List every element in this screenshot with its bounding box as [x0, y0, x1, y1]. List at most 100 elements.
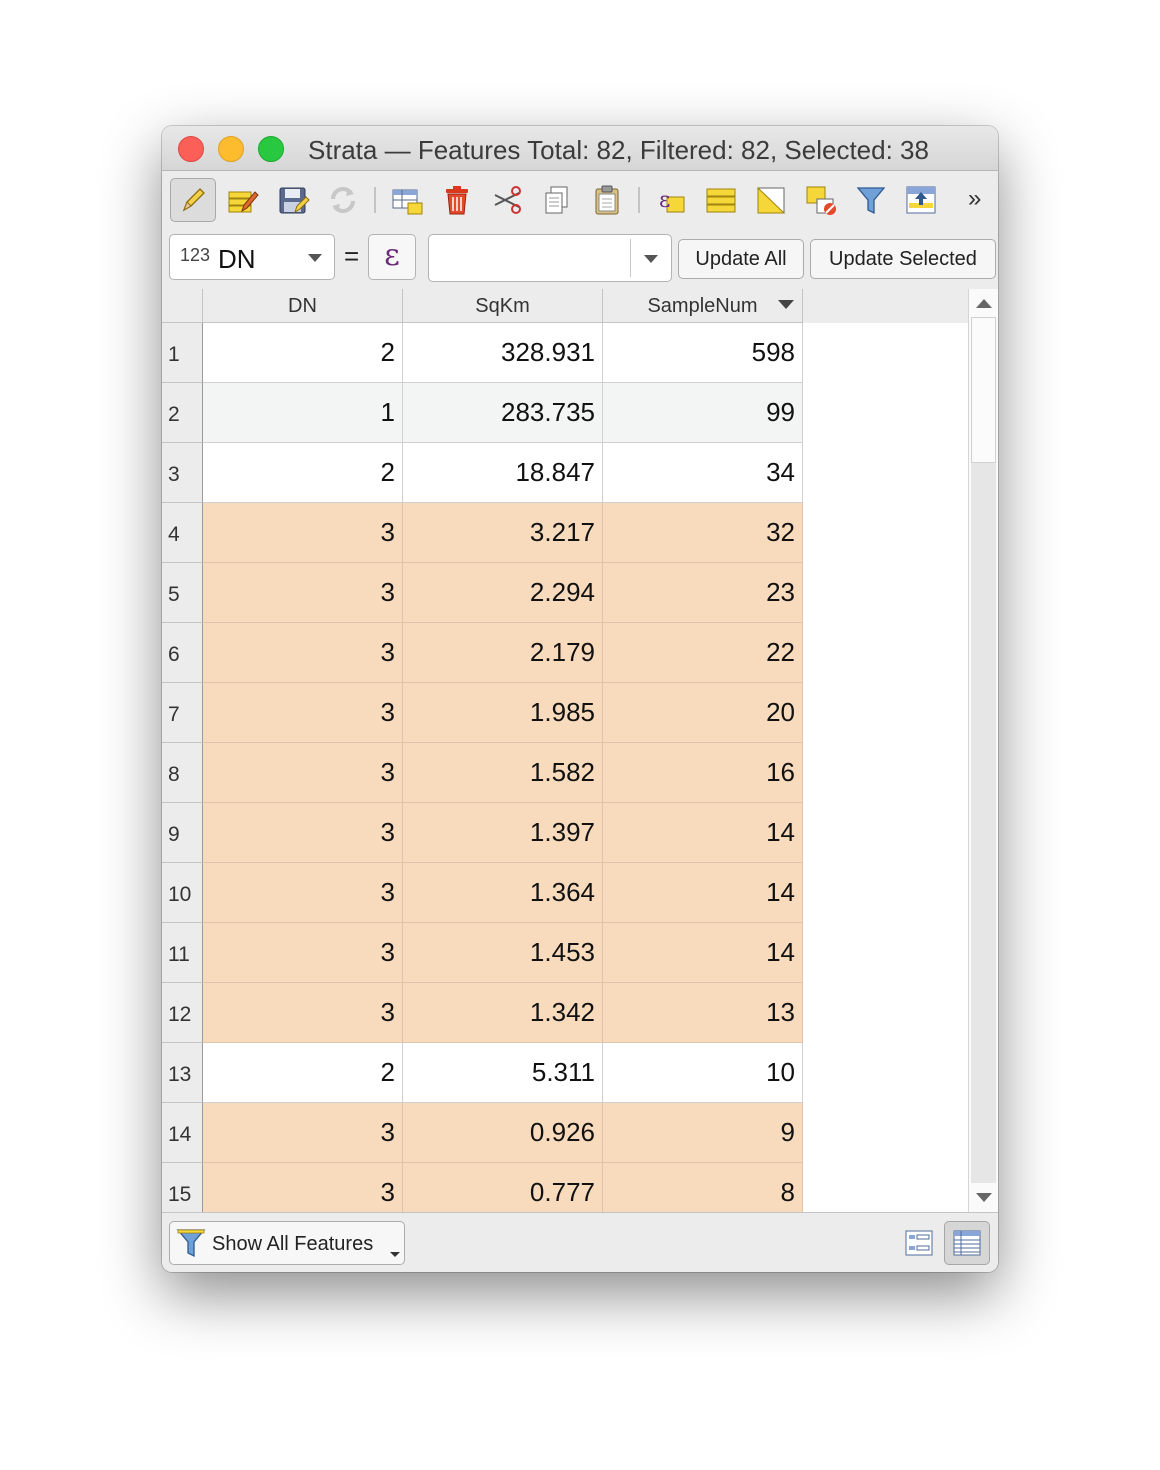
table-row[interactable]: 2 1 283.735 99 [162, 383, 803, 443]
add-feature-button[interactable] [384, 178, 430, 222]
table-row[interactable]: 1 2 328.931 598 [162, 323, 803, 383]
row-number-header[interactable]: 5 [162, 563, 203, 623]
cell-samplenum[interactable]: 16 [603, 743, 803, 803]
table-row[interactable]: 13 2 5.311 10 [162, 1043, 803, 1103]
paste-button[interactable] [584, 178, 630, 222]
table-row[interactable]: 7 3 1.985 20 [162, 683, 803, 743]
cell-samplenum[interactable]: 14 [603, 863, 803, 923]
cell-samplenum[interactable]: 10 [603, 1043, 803, 1103]
table-corner-button[interactable] [162, 289, 203, 323]
cell-samplenum[interactable]: 13 [603, 983, 803, 1043]
cell-dn[interactable]: 3 [203, 1163, 403, 1212]
cell-sqkm[interactable]: 2.294 [403, 563, 603, 623]
table-row[interactable]: 10 3 1.364 14 [162, 863, 803, 923]
vertical-scrollbar[interactable] [968, 289, 998, 1212]
cell-dn[interactable]: 3 [203, 563, 403, 623]
table-row[interactable]: 6 3 2.179 22 [162, 623, 803, 683]
row-number-header[interactable]: 13 [162, 1043, 203, 1103]
column-header-sqkm[interactable]: SqKm [403, 289, 603, 323]
chevron-down-icon[interactable] [644, 255, 658, 263]
deselect-all-button[interactable] [798, 178, 844, 222]
save-edits-button[interactable] [270, 178, 316, 222]
cell-sqkm[interactable]: 2.179 [403, 623, 603, 683]
cell-samplenum[interactable]: 34 [603, 443, 803, 503]
toolbar-overflow-button[interactable]: » [968, 185, 981, 213]
column-header-samplenum[interactable]: SampleNum [603, 289, 803, 323]
maximize-window-button[interactable] [258, 136, 284, 162]
cell-dn[interactable]: 3 [203, 983, 403, 1043]
cell-dn[interactable]: 2 [203, 323, 403, 383]
row-number-header[interactable]: 15 [162, 1163, 203, 1212]
reload-table-button[interactable] [320, 178, 366, 222]
row-number-header[interactable]: 1 [162, 323, 203, 383]
update-selected-button[interactable]: Update Selected [810, 239, 996, 279]
expression-builder-button[interactable]: ε [368, 234, 416, 280]
table-row[interactable]: 3 2 18.847 34 [162, 443, 803, 503]
table-row[interactable]: 14 3 0.926 9 [162, 1103, 803, 1163]
cell-samplenum[interactable]: 99 [603, 383, 803, 443]
cell-sqkm[interactable]: 18.847 [403, 443, 603, 503]
cell-sqkm[interactable]: 3.217 [403, 503, 603, 563]
field-select[interactable]: 123 DN [169, 234, 335, 280]
update-all-button[interactable]: Update All [678, 239, 804, 279]
cell-sqkm[interactable]: 0.777 [403, 1163, 603, 1212]
cell-samplenum[interactable]: 14 [603, 803, 803, 863]
scroll-up-arrow-icon[interactable] [976, 299, 992, 308]
row-number-header[interactable]: 7 [162, 683, 203, 743]
cell-samplenum[interactable]: 14 [603, 923, 803, 983]
table-row[interactable]: 12 3 1.342 13 [162, 983, 803, 1043]
feature-filter-button[interactable]: Show All Features [169, 1221, 405, 1265]
cell-samplenum[interactable]: 9 [603, 1103, 803, 1163]
filter-selection-button[interactable] [848, 178, 894, 222]
cell-sqkm[interactable]: 1.342 [403, 983, 603, 1043]
cell-dn[interactable]: 3 [203, 863, 403, 923]
select-all-button[interactable] [698, 178, 744, 222]
cell-dn[interactable]: 3 [203, 803, 403, 863]
title-bar[interactable]: Strata — Features Total: 82, Filtered: 8… [162, 126, 998, 171]
cell-dn[interactable]: 2 [203, 1043, 403, 1103]
delete-selected-button[interactable] [434, 178, 480, 222]
expression-input[interactable] [428, 234, 672, 282]
row-number-header[interactable]: 9 [162, 803, 203, 863]
cell-sqkm[interactable]: 1.985 [403, 683, 603, 743]
cell-dn[interactable]: 2 [203, 443, 403, 503]
cell-sqkm[interactable]: 328.931 [403, 323, 603, 383]
invert-selection-button[interactable] [748, 178, 794, 222]
table-view-button[interactable] [944, 1221, 990, 1265]
cell-dn[interactable]: 3 [203, 1103, 403, 1163]
select-by-expression-button[interactable]: ε [648, 178, 694, 222]
row-number-header[interactable]: 12 [162, 983, 203, 1043]
cell-sqkm[interactable]: 283.735 [403, 383, 603, 443]
cut-button[interactable] [484, 178, 530, 222]
row-number-header[interactable]: 14 [162, 1103, 203, 1163]
cell-sqkm[interactable]: 1.397 [403, 803, 603, 863]
table-row[interactable]: 5 3 2.294 23 [162, 563, 803, 623]
table-row[interactable]: 4 3 3.217 32 [162, 503, 803, 563]
row-number-header[interactable]: 3 [162, 443, 203, 503]
cell-samplenum[interactable]: 22 [603, 623, 803, 683]
row-number-header[interactable]: 6 [162, 623, 203, 683]
cell-dn[interactable]: 3 [203, 683, 403, 743]
row-number-header[interactable]: 4 [162, 503, 203, 563]
scrollbar-thumb[interactable] [971, 317, 996, 463]
cell-samplenum[interactable]: 20 [603, 683, 803, 743]
cell-sqkm[interactable]: 5.311 [403, 1043, 603, 1103]
cell-sqkm[interactable]: 0.926 [403, 1103, 603, 1163]
cell-samplenum[interactable]: 32 [603, 503, 803, 563]
cell-dn[interactable]: 3 [203, 503, 403, 563]
close-window-button[interactable] [178, 136, 204, 162]
row-number-header[interactable]: 10 [162, 863, 203, 923]
cell-samplenum[interactable]: 23 [603, 563, 803, 623]
table-row[interactable]: 8 3 1.582 16 [162, 743, 803, 803]
scroll-down-arrow-icon[interactable] [976, 1193, 992, 1202]
cell-dn[interactable]: 3 [203, 923, 403, 983]
cell-sqkm[interactable]: 1.582 [403, 743, 603, 803]
table-row[interactable]: 9 3 1.397 14 [162, 803, 803, 863]
cell-sqkm[interactable]: 1.364 [403, 863, 603, 923]
cell-dn[interactable]: 3 [203, 623, 403, 683]
copy-button[interactable] [534, 178, 580, 222]
toggle-editing-button[interactable] [170, 178, 216, 222]
row-number-header[interactable]: 2 [162, 383, 203, 443]
form-view-button[interactable] [896, 1221, 942, 1265]
cell-samplenum[interactable]: 598 [603, 323, 803, 383]
